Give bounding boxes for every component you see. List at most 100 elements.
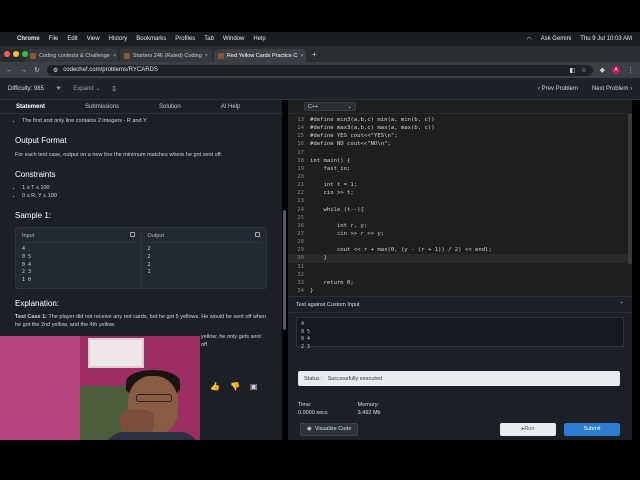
language-select[interactable]: C++ ⌄ (304, 102, 356, 111)
tab-red-yellow-cards[interactable]: Red Yellow Cards Practice C × (214, 49, 306, 62)
code-line[interactable]: 21 int t = 1; (288, 181, 632, 189)
forward-icon[interactable]: → (20, 67, 27, 74)
eye-icon: ◉ (307, 426, 312, 432)
profile-avatar[interactable]: A (612, 66, 620, 74)
extensions-icon[interactable]: ◆ (600, 66, 605, 74)
wifi-icon[interactable]: ◠ (526, 36, 531, 43)
run-button[interactable]: ▸ Run (500, 422, 556, 436)
code-line[interactable]: 27 cin >> r >> y; (288, 230, 632, 238)
line-number: 23 (297, 198, 304, 205)
editor-scrollbar[interactable] (628, 114, 632, 264)
new-tab-icon[interactable]: + (308, 50, 321, 59)
tab-statement[interactable]: Statement (16, 104, 45, 110)
line-number: 20 (297, 174, 304, 181)
code-line[interactable]: 15 #define YES cout<<"YES\n"; (288, 132, 632, 140)
code-line[interactable]: 16 #define NO cout<<"NO\n"; (288, 140, 632, 148)
code-line[interactable]: 19 fast_io; (288, 165, 632, 173)
custom-input-field[interactable]: 4 0 5 0 4 2 3 (296, 317, 624, 350)
next-problem-link[interactable]: Next Problem › (592, 86, 632, 92)
sample-input-line: 2 3 (22, 269, 32, 276)
submit-button[interactable]: Submit (564, 422, 620, 436)
ask-gemini[interactable]: Ask Gemini (541, 36, 572, 42)
copy-icon[interactable] (129, 231, 135, 237)
sample-output-line: 2 (147, 246, 151, 253)
visualize-code-button[interactable]: ◉ Visualize Code (300, 422, 359, 436)
close-tab-icon[interactable]: × (205, 53, 208, 59)
window-controls (4, 51, 28, 57)
code-line[interactable]: 26 int r, y; (288, 222, 632, 230)
chevron-down-icon: ⌄ (347, 103, 352, 110)
bookmark-star-icon[interactable]: ☆ (581, 67, 586, 74)
comment-icon[interactable]: ▣ (250, 382, 258, 391)
expand-dropdown[interactable]: Expand ⌄ (73, 85, 100, 92)
tab-solution[interactable]: Solution (159, 104, 181, 110)
more-menu-icon[interactable]: ⋮ (627, 66, 634, 74)
back-icon[interactable]: ← (6, 67, 13, 74)
code-line[interactable]: 29 cout << r + max(0, (y - (r + 1)) / 2)… (288, 246, 632, 254)
url-text: codechef.com/problems/RYCARDS (63, 67, 158, 73)
code-line[interactable]: 20 (288, 173, 632, 181)
line-text: int r, y; (310, 222, 368, 229)
line-number: 34 (297, 288, 304, 295)
expand-label: Expand (73, 86, 94, 92)
line-text: cin >> r >> y; (310, 231, 385, 238)
code-line[interactable]: 18 int main() { (288, 157, 632, 165)
status-bar: Status : Successfully executed (298, 371, 620, 386)
tab-submissions[interactable]: Submissions (85, 104, 119, 110)
menu-app-name[interactable]: Chrome (17, 36, 40, 42)
maximize-window-icon[interactable] (22, 51, 28, 57)
status-label: Status : (304, 375, 323, 382)
menu-edit[interactable]: Edit (67, 36, 77, 42)
chevron-up-icon[interactable]: ⌃ (619, 302, 624, 308)
menu-tab[interactable]: Tab (204, 36, 214, 42)
site-info-icon[interactable]: ⚙ (53, 67, 58, 74)
code-line[interactable]: 22 cin >> t; (288, 189, 632, 197)
code-editor[interactable]: C++ ⌄ 13 #define min3(a,b,c) min(a, min(b,… (288, 100, 632, 302)
code-line[interactable]: 28 (288, 238, 632, 246)
minimize-window-icon[interactable] (13, 51, 19, 57)
code-line[interactable]: 31 (288, 263, 632, 271)
menu-file[interactable]: File (49, 36, 59, 42)
menu-profiles[interactable]: Profiles (175, 36, 195, 42)
reload-icon[interactable]: ↻ (34, 66, 40, 74)
thumbs-down-icon[interactable]: 👎 (230, 382, 240, 391)
code-line[interactable]: 23 (288, 197, 632, 205)
code-line[interactable]: 24 while (t--){ (288, 206, 632, 214)
panel-resize-handle[interactable] (283, 210, 286, 330)
close-tab-icon[interactable]: × (113, 53, 116, 59)
code-line[interactable]: 17 (288, 149, 632, 157)
webcam-person-glasses (136, 394, 172, 402)
bookmark-icon[interactable]: ▯ (112, 85, 115, 92)
tab-starters[interactable]: Starters 246 (Rated) Coding × (120, 49, 212, 62)
code-line[interactable]: 13 #define min3(a,b,c) min(a, min(b, c)) (288, 116, 632, 124)
custom-test-header[interactable]: Test against Custom Input ⌃ (288, 297, 632, 313)
explanation-testcase: Test Case 1: (15, 314, 47, 321)
visualize-label: Visualize Code (314, 426, 352, 432)
menu-view[interactable]: View (87, 36, 100, 42)
close-tab-icon[interactable]: × (300, 53, 303, 59)
prev-problem-link[interactable]: ‹ Prev Problem (538, 86, 578, 92)
code-line[interactable]: 30 } (288, 254, 632, 263)
menu-window[interactable]: Window (223, 36, 244, 42)
line-text: int main() { (310, 157, 351, 164)
theme-toggle-icon[interactable]: ☀ (56, 85, 61, 92)
line-text: } (310, 288, 314, 295)
webcam-person-shirt (104, 432, 200, 440)
code-line[interactable]: 25 (288, 214, 632, 222)
code-lines[interactable]: 13 #define min3(a,b,c) min(a, min(b, c)) 1… (288, 114, 632, 303)
menu-bookmarks[interactable]: Bookmarks (136, 36, 166, 42)
close-window-icon[interactable] (4, 51, 10, 57)
code-line[interactable]: 34} (288, 287, 632, 295)
extension-icon[interactable]: ◧ (570, 67, 576, 74)
thumbs-up-icon[interactable]: 👍 (210, 382, 220, 391)
url-input[interactable]: ⚙ codechef.com/problems/RYCARDS ◧ ☆ (46, 64, 593, 76)
code-line[interactable]: 33 return 0; (288, 279, 632, 287)
code-line[interactable]: 32 (288, 271, 632, 279)
sample-input-line: 4 (22, 246, 26, 253)
tab-ai-help[interactable]: AI Help (221, 104, 241, 110)
menu-history[interactable]: History (109, 36, 128, 42)
tab-contests[interactable]: Coding contests & Challenge × (26, 49, 118, 62)
code-line[interactable]: 14 #define max3(a,b,c) max(a, max(b, c)) (288, 124, 632, 132)
copy-icon[interactable] (255, 231, 260, 237)
menu-help[interactable]: Help (253, 36, 265, 42)
